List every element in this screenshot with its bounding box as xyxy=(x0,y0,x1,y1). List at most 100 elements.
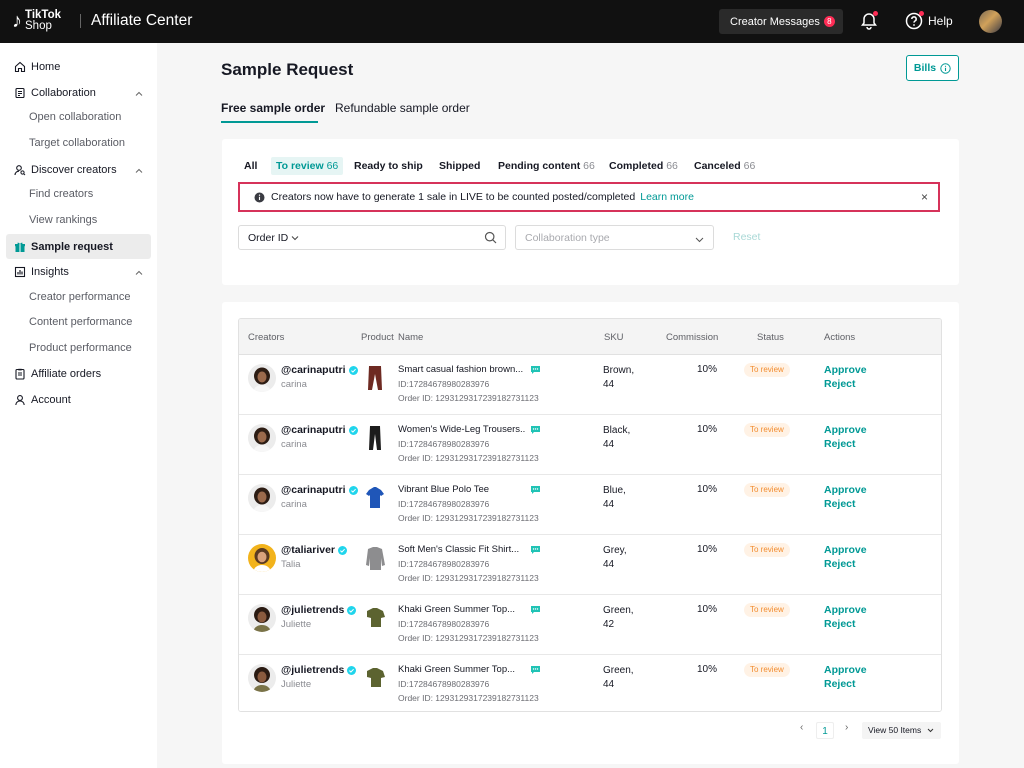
chat-icon[interactable] xyxy=(530,424,541,434)
bills-button[interactable]: Bills xyxy=(906,55,959,81)
tab-all[interactable]: All xyxy=(244,157,257,175)
app-title: Affiliate Center xyxy=(91,12,193,29)
order-id-search-input[interactable]: Order ID xyxy=(238,225,506,250)
product-thumbnail[interactable] xyxy=(362,423,388,453)
product-thumbnail[interactable] xyxy=(362,663,388,693)
creator-avatar[interactable] xyxy=(248,484,276,512)
notification-bell-icon[interactable] xyxy=(859,11,879,31)
learn-more-link[interactable]: Learn more xyxy=(640,191,694,203)
product-name[interactable]: Khaki Green Summer Top... xyxy=(398,604,526,615)
creator-handle[interactable]: @julietrends xyxy=(281,664,357,676)
approve-button[interactable]: Approve xyxy=(824,484,867,496)
sidebar-item-view-rankings[interactable]: View rankings xyxy=(29,208,97,233)
status-badge: To review xyxy=(744,663,790,677)
chat-icon[interactable] xyxy=(530,544,541,554)
approve-button[interactable]: Approve xyxy=(824,544,867,556)
creator-handle[interactable]: @carinaputri xyxy=(281,424,358,436)
creator-avatar[interactable] xyxy=(248,544,276,572)
sidebar-item-collaboration[interactable]: Collaboration xyxy=(6,80,151,105)
page-number-button[interactable]: 1 xyxy=(816,722,834,739)
creator-handle[interactable]: @taliariver xyxy=(281,544,348,556)
approve-button[interactable]: Approve xyxy=(824,664,867,676)
help-label: Help xyxy=(928,14,953,28)
creator-messages-button[interactable]: Creator Messages 8 xyxy=(719,9,843,34)
collaboration-type-select[interactable]: Collaboration type xyxy=(515,225,714,250)
tiktok-shop-logo[interactable]: ♪ TikTok Shop xyxy=(12,9,61,33)
tab-shipped[interactable]: Shipped xyxy=(439,157,480,175)
reject-button[interactable]: Reject xyxy=(824,378,856,390)
tab-completed[interactable]: Completed 66 xyxy=(609,157,678,175)
tab-to-review[interactable]: To review 66 xyxy=(271,157,344,175)
column-header-actions: Actions xyxy=(824,332,856,343)
page-size-select[interactable]: View 50 Items xyxy=(862,722,941,739)
reject-button[interactable]: Reject xyxy=(824,498,856,510)
approve-button[interactable]: Approve xyxy=(824,604,867,616)
sidebar-item-home[interactable]: Home xyxy=(6,54,151,79)
creator-avatar[interactable] xyxy=(248,424,276,452)
creator-handle[interactable]: @carinaputri xyxy=(281,484,358,496)
reject-button[interactable]: Reject xyxy=(824,438,856,450)
product-thumbnail[interactable] xyxy=(362,483,388,513)
tab-pending-content[interactable]: Pending content 66 xyxy=(498,157,595,175)
status-badge: To review xyxy=(744,363,790,377)
product-name[interactable]: Vibrant Blue Polo Tee xyxy=(398,484,526,495)
product-name[interactable]: Soft Men's Classic Fit Shirt... xyxy=(398,544,526,555)
product-name[interactable]: Smart casual fashion brown... xyxy=(398,364,526,375)
orders-icon xyxy=(13,367,26,380)
creator-handle-text: @carinaputri xyxy=(281,484,346,496)
creator-messages-badge: 8 xyxy=(823,16,835,27)
sidebar-item-sample-request[interactable]: Sample request xyxy=(6,234,151,259)
notice-text: Creators now have to generate 1 sale in … xyxy=(271,191,636,203)
tab-free-sample-order[interactable]: Free sample order xyxy=(221,101,325,115)
tab-ready-to-ship[interactable]: Ready to ship xyxy=(354,157,423,175)
sku-value: Grey, 44 xyxy=(603,544,627,572)
product-thumbnail[interactable] xyxy=(362,363,388,393)
product-thumbnail[interactable] xyxy=(362,543,388,573)
sidebar-item-creator-performance[interactable]: Creator performance xyxy=(29,285,131,310)
creator-avatar[interactable] xyxy=(248,664,276,692)
next-page-button[interactable]: › xyxy=(845,722,848,733)
sidebar-item-discover-creators[interactable]: Discover creators xyxy=(6,157,151,182)
chat-icon[interactable] xyxy=(530,364,541,374)
chevron-down-icon[interactable] xyxy=(291,232,299,244)
sidebar-item-affiliate-orders[interactable]: Affiliate orders xyxy=(6,361,151,386)
sidebar-item-product-performance[interactable]: Product performance xyxy=(29,336,132,361)
reset-button[interactable]: Reset xyxy=(733,231,760,243)
creator-avatar[interactable] xyxy=(248,364,276,392)
product-thumbnail[interactable] xyxy=(362,603,388,633)
approve-button[interactable]: Approve xyxy=(824,364,867,376)
product-name[interactable]: Women's Wide-Leg Trousers... xyxy=(398,424,526,435)
tab-refundable-sample-order[interactable]: Refundable sample order xyxy=(335,101,470,115)
sku-color: Blue, xyxy=(603,485,626,496)
commission-value: 10% xyxy=(697,544,718,555)
column-header-commission: Commission xyxy=(666,332,719,343)
creator-handle[interactable]: @carinaputri xyxy=(281,364,358,376)
approve-button[interactable]: Approve xyxy=(824,424,867,436)
reject-button[interactable]: Reject xyxy=(824,678,856,690)
sidebar-item-content-performance[interactable]: Content performance xyxy=(29,310,132,335)
creator-handle[interactable]: @julietrends xyxy=(281,604,357,616)
chat-icon[interactable] xyxy=(530,604,541,614)
sidebar-item-account[interactable]: Account xyxy=(6,387,151,412)
previous-page-button[interactable]: ‹ xyxy=(800,722,803,733)
sku-value: Green, 42 xyxy=(603,604,634,632)
chat-icon[interactable] xyxy=(530,664,541,674)
sidebar-item-label: Discover creators xyxy=(31,163,117,176)
sidebar-item-insights[interactable]: Insights xyxy=(6,259,151,284)
sidebar-item-open-collaboration[interactable]: Open collaboration xyxy=(29,105,121,130)
product-name[interactable]: Khaki Green Summer Top... xyxy=(398,664,526,675)
creator-name: Talia xyxy=(281,559,301,570)
creator-avatar[interactable] xyxy=(248,604,276,632)
collaboration-type-placeholder: Collaboration type xyxy=(525,231,610,244)
order-id-label[interactable]: Order ID xyxy=(248,232,288,244)
chat-icon[interactable] xyxy=(530,484,541,494)
sidebar-item-find-creators[interactable]: Find creators xyxy=(29,182,93,207)
search-icon[interactable] xyxy=(484,231,497,244)
help-button[interactable]: Help xyxy=(905,11,953,31)
sidebar-item-target-collaboration[interactable]: Target collaboration xyxy=(29,131,125,156)
reject-button[interactable]: Reject xyxy=(824,558,856,570)
tab-canceled[interactable]: Canceled 66 xyxy=(694,157,755,175)
user-avatar[interactable] xyxy=(979,10,1002,33)
close-icon[interactable]: × xyxy=(921,190,928,204)
reject-button[interactable]: Reject xyxy=(824,618,856,630)
